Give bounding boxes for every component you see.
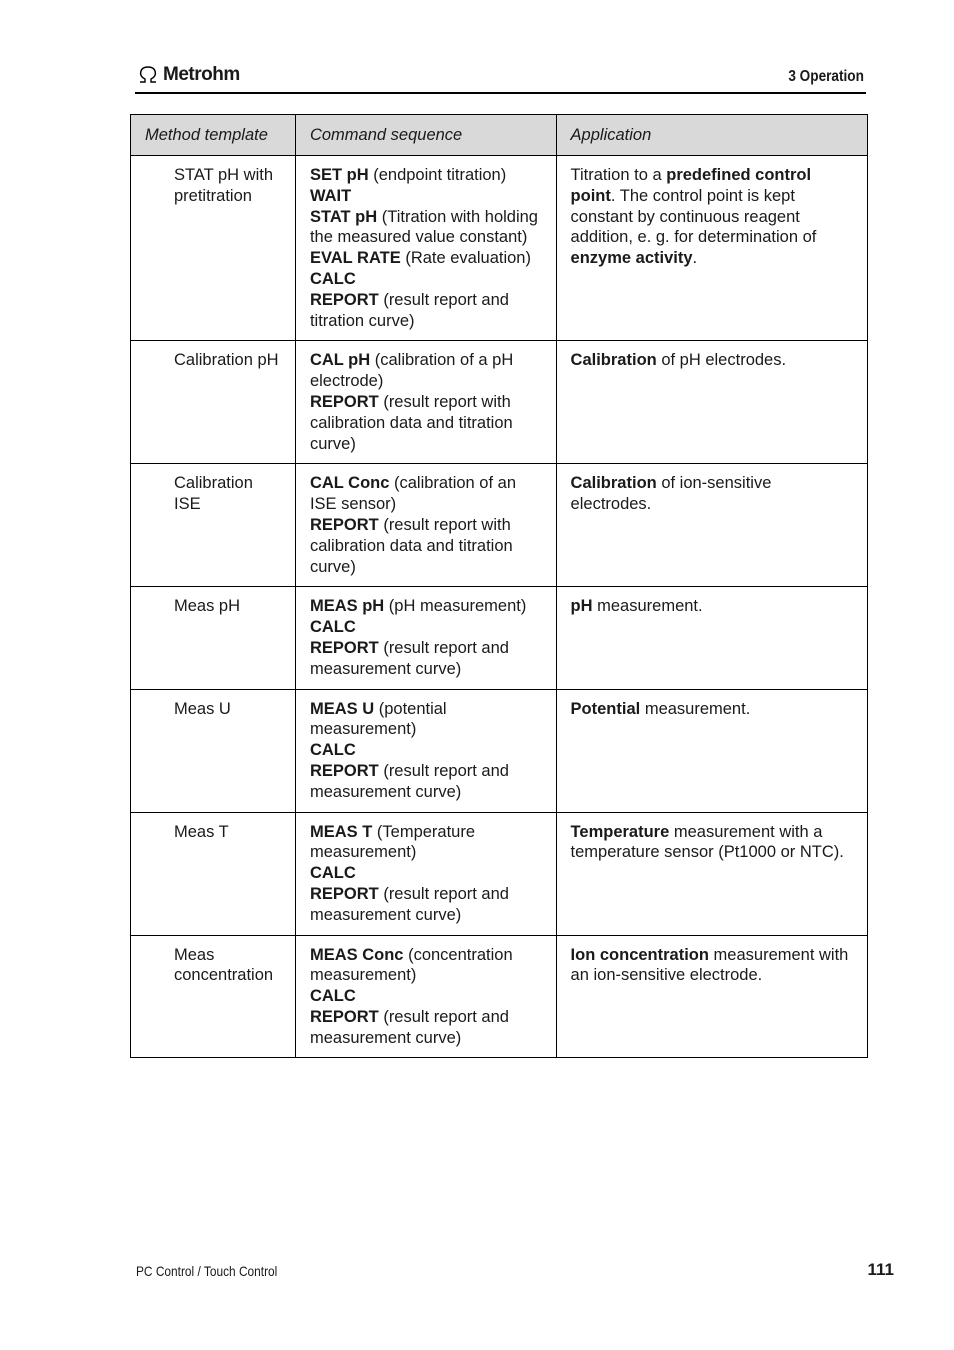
command-line: MEAS pH (pH measurement) bbox=[310, 596, 542, 617]
command-line: EVAL RATE (Rate evaluation) bbox=[310, 248, 542, 269]
application-cell: pH measurement. bbox=[555, 586, 869, 690]
command-line: REPORT (result report and titration curv… bbox=[310, 290, 542, 332]
command-name: MEAS pH bbox=[309, 597, 385, 616]
method-template-cell: Meas pH bbox=[130, 586, 296, 690]
command-name: REPORT bbox=[309, 1007, 379, 1026]
command-line: CAL Conc (calibration of an ISE sensor) bbox=[310, 473, 542, 515]
application-cell: Temperature measurement with a temperatu… bbox=[555, 811, 869, 936]
command-name: REPORT bbox=[309, 884, 379, 903]
application-cell: Titration to a predefined control point.… bbox=[555, 154, 869, 342]
application-highlight: enzyme activity bbox=[570, 249, 693, 268]
application-highlight: pH bbox=[570, 597, 593, 616]
command-line: CALC bbox=[310, 617, 542, 638]
command-line: CALC bbox=[310, 986, 542, 1007]
command-sequence-cell: MEAS Conc (concentration measurement) CAL… bbox=[294, 934, 557, 1059]
table-row: Meas pH MEAS pH (pH measurement) CALC REPOR… bbox=[130, 586, 869, 690]
command-line: REPORT (result report with calibration d… bbox=[310, 392, 542, 454]
table-row: Meas U MEAS U (potential measurement) CALC… bbox=[130, 688, 869, 813]
command-name: CAL pH bbox=[309, 351, 371, 370]
method-template-cell: Meas U bbox=[130, 688, 296, 813]
page-number: 111 bbox=[867, 1260, 895, 1279]
command-name: MEAS T bbox=[309, 822, 373, 841]
command-name: SET pH bbox=[309, 166, 369, 184]
command-line: CALC bbox=[310, 863, 542, 884]
method-template-cell: Meas concentration bbox=[130, 934, 296, 1059]
application-cell: Potential measurement. bbox=[555, 688, 869, 813]
application-cell: Ion concentration measurement with an io… bbox=[555, 934, 869, 1059]
application-highlight: Potential bbox=[570, 699, 641, 718]
command-name: MEAS Conc bbox=[309, 945, 404, 964]
method-template-table: Method template Command sequence Applica… bbox=[130, 114, 869, 1059]
command-name: REPORT bbox=[309, 638, 379, 657]
command-line: CALC bbox=[310, 269, 542, 290]
command-sequence-cell: SET pH (endpoint titration) WAIT STAT pH (… bbox=[294, 154, 557, 342]
command-line: STAT pH (Titration with holding the meas… bbox=[310, 207, 542, 249]
command-name: MEAS U bbox=[309, 699, 375, 718]
page-header: Metrohm 3 Operation bbox=[135, 62, 866, 94]
table-row: STAT pH with pretitration SET pH (endpoin… bbox=[130, 154, 869, 342]
command-name: REPORT bbox=[309, 392, 379, 411]
column-header: Command sequence bbox=[294, 114, 557, 156]
application-highlight: Calibration bbox=[570, 351, 657, 370]
command-line: REPORT (result report and measurement cu… bbox=[310, 884, 542, 926]
command-sequence-cell: MEAS U (potential measurement) CALC REPORT… bbox=[294, 688, 557, 813]
command-name: STAT pH bbox=[309, 207, 378, 226]
application-text: of pH electrodes. bbox=[656, 351, 787, 370]
command-sequence-cell: MEAS pH (pH measurement) CALC REPORT (resu… bbox=[294, 586, 557, 690]
command-line: CAL pH (calibration of a pH electrode) bbox=[310, 350, 542, 392]
command-description: (endpoint titration) bbox=[368, 166, 507, 184]
command-line: MEAS U (potential measurement) bbox=[310, 699, 542, 741]
command-sequence-cell: CAL pH (calibration of a pH electrode) RE… bbox=[294, 340, 557, 465]
application-text: measurement. bbox=[592, 597, 703, 616]
method-template-cell: Calibration pH bbox=[130, 340, 296, 465]
command-line: SET pH (endpoint titration) bbox=[310, 165, 542, 186]
command-line: REPORT (result report with calibration d… bbox=[310, 515, 542, 577]
omega-logo-icon bbox=[139, 66, 157, 83]
column-header: Method template bbox=[130, 114, 296, 156]
command-sequence-cell: CAL Conc (calibration of an ISE sensor) R… bbox=[294, 463, 557, 588]
column-header: Application bbox=[555, 114, 869, 156]
command-description: (Rate evaluation) bbox=[400, 249, 531, 268]
application-text: Titration to a bbox=[570, 166, 667, 184]
application-highlight: Calibration bbox=[570, 474, 657, 493]
application-text: measurement. bbox=[640, 699, 751, 718]
table-header-row: Method template Command sequence Applica… bbox=[130, 114, 869, 156]
command-description: (pH measurement) bbox=[384, 597, 527, 616]
command-name: CALC bbox=[309, 741, 356, 760]
command-name: CALC bbox=[309, 618, 356, 637]
footer-product: PC Control / Touch Control bbox=[136, 1263, 278, 1279]
method-template-cell: STAT pH with pretitration bbox=[130, 154, 296, 342]
table-row: Meas concentration MEAS Conc (concentrati… bbox=[130, 934, 869, 1059]
application-cell: Calibration of pH electrodes. bbox=[555, 340, 869, 465]
command-name: WAIT bbox=[309, 186, 352, 205]
chapter-title: 3 Operation bbox=[788, 68, 864, 85]
command-name: CAL Conc bbox=[309, 474, 390, 493]
command-name: CALC bbox=[309, 269, 356, 288]
command-line: WAIT bbox=[310, 186, 542, 207]
command-line: REPORT (result report and measurement cu… bbox=[310, 638, 542, 680]
method-template-cell: Calibration ISE bbox=[130, 463, 296, 588]
command-name: REPORT bbox=[309, 515, 379, 534]
application-text: . bbox=[692, 249, 698, 268]
command-name: CALC bbox=[309, 864, 356, 883]
method-template-cell: Meas T bbox=[130, 811, 296, 936]
command-line: MEAS Conc (concentration measurement) bbox=[310, 945, 542, 987]
brand-name: Metrohm bbox=[163, 64, 240, 85]
command-line: REPORT (result report and measurement cu… bbox=[310, 761, 542, 803]
application-cell: Calibration of ion-sensitive electrodes. bbox=[555, 463, 869, 588]
command-name: EVAL RATE bbox=[309, 249, 401, 268]
command-name: CALC bbox=[309, 987, 356, 1006]
table-row: Calibration ISE CAL Conc (calibration of … bbox=[130, 463, 869, 588]
brand-logo: Metrohm bbox=[137, 64, 240, 86]
command-sequence-cell: MEAS T (Temperature measurement) CALC REPO… bbox=[294, 811, 557, 936]
command-line: MEAS T (Temperature measurement) bbox=[310, 822, 542, 864]
command-name: REPORT bbox=[309, 290, 379, 309]
command-name: REPORT bbox=[309, 761, 379, 780]
application-highlight: Ion concentration bbox=[570, 945, 709, 964]
command-line: REPORT (result report and measurement cu… bbox=[310, 1007, 542, 1049]
table-row: Calibration pH CAL pH (calibration of a p… bbox=[130, 340, 869, 465]
application-highlight: Temperature bbox=[570, 822, 670, 841]
command-line: CALC bbox=[310, 740, 542, 761]
table-row: Meas T MEAS T (Temperature measurement) CA… bbox=[130, 811, 869, 936]
